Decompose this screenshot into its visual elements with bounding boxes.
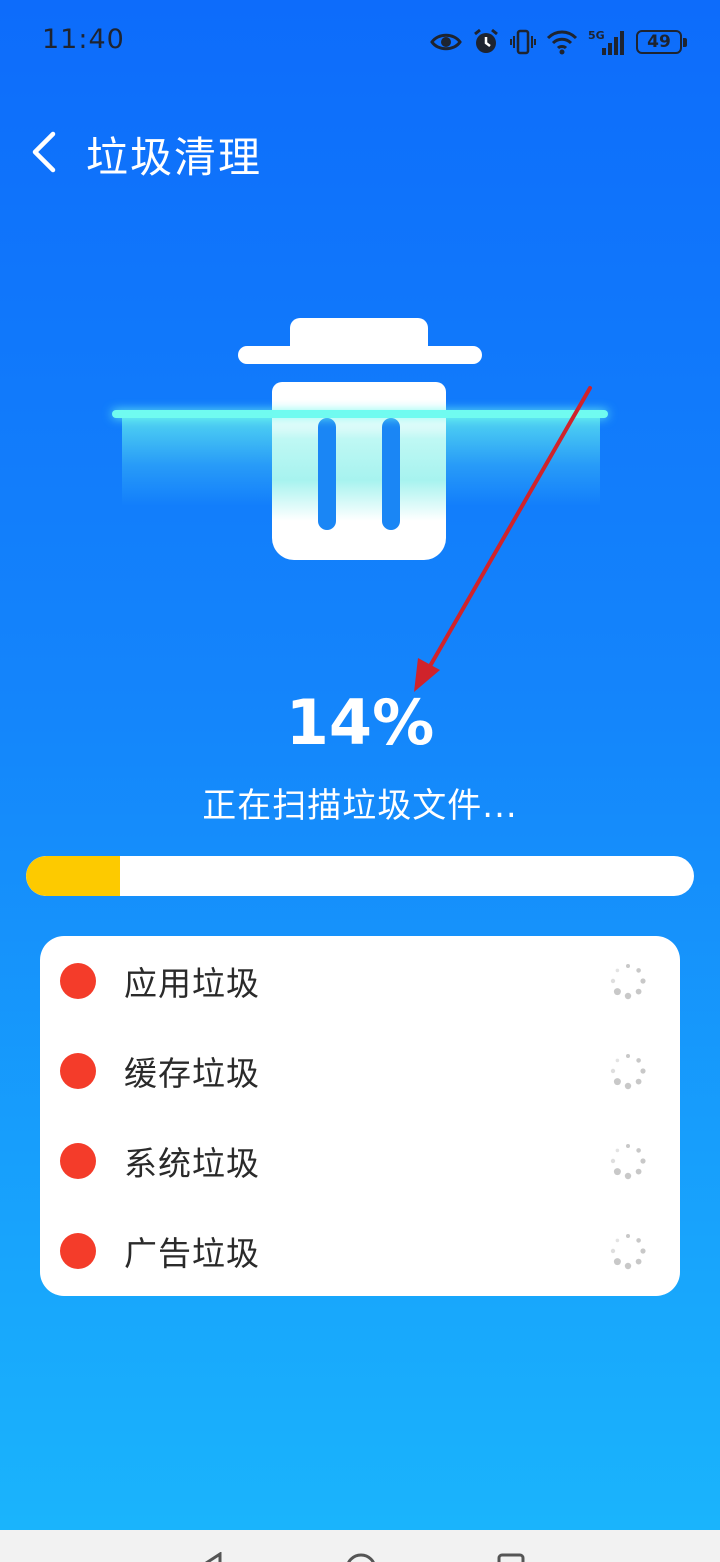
alarm-icon: [474, 28, 498, 53]
category-label: 应用垃圾: [124, 964, 260, 1003]
status-dot: [60, 1053, 96, 1089]
back-triangle-icon[interactable]: [196, 1552, 226, 1562]
battery-level: 49: [647, 32, 671, 52]
back-button[interactable]: [22, 128, 66, 176]
loading-spinner-icon: [610, 1234, 646, 1270]
home-circle-icon[interactable]: [344, 1552, 378, 1562]
status-bar: 11:40 5G 49: [0, 0, 720, 84]
scan-percent: 14%: [285, 686, 435, 759]
list-item: 系统垃圾: [40, 1116, 680, 1206]
list-item: 应用垃圾: [40, 936, 680, 1026]
status-dot: [60, 963, 96, 999]
list-item: 广告垃圾: [40, 1206, 680, 1296]
battery-icon: 49: [636, 30, 687, 54]
svg-text:5G: 5G: [588, 29, 605, 42]
progress-bar-fill: [26, 856, 120, 896]
eye-icon: [430, 33, 462, 51]
trash-can-icon-lid: [238, 346, 482, 364]
chevron-left-icon: [32, 131, 56, 173]
category-label: 缓存垃圾: [124, 1054, 260, 1093]
loading-spinner-icon: [610, 1054, 646, 1090]
header: 垃圾清理: [0, 110, 720, 194]
status-time: 11:40: [42, 24, 125, 55]
category-label: 广告垃圾: [124, 1234, 260, 1273]
trash-can-icon: [272, 382, 446, 560]
status-dot: [60, 1233, 96, 1269]
list-item: 缓存垃圾: [40, 1026, 680, 1116]
category-list: 应用垃圾 缓存垃圾 系统垃圾 广告垃圾: [40, 936, 680, 1296]
trash-slot-right: [382, 418, 400, 530]
navigation-bar: [0, 1530, 720, 1562]
category-label: 系统垃圾: [124, 1144, 260, 1183]
status-dot: [60, 1143, 96, 1179]
progress-bar: [26, 856, 694, 896]
scan-illustration: [0, 300, 720, 580]
vibrate-icon: [510, 29, 536, 55]
wifi-icon: [546, 30, 578, 55]
signal-5g-icon: 5G: [588, 29, 624, 55]
page-title: 垃圾清理: [86, 133, 263, 182]
recents-square-icon[interactable]: [496, 1552, 526, 1562]
status-icons: 5G 49: [430, 26, 687, 58]
loading-spinner-icon: [610, 964, 646, 1000]
loading-spinner-icon: [610, 1144, 646, 1180]
scan-status-text: 正在扫描垃圾文件...: [202, 786, 518, 826]
scan-line: [112, 410, 608, 418]
trash-slot-left: [318, 418, 336, 530]
